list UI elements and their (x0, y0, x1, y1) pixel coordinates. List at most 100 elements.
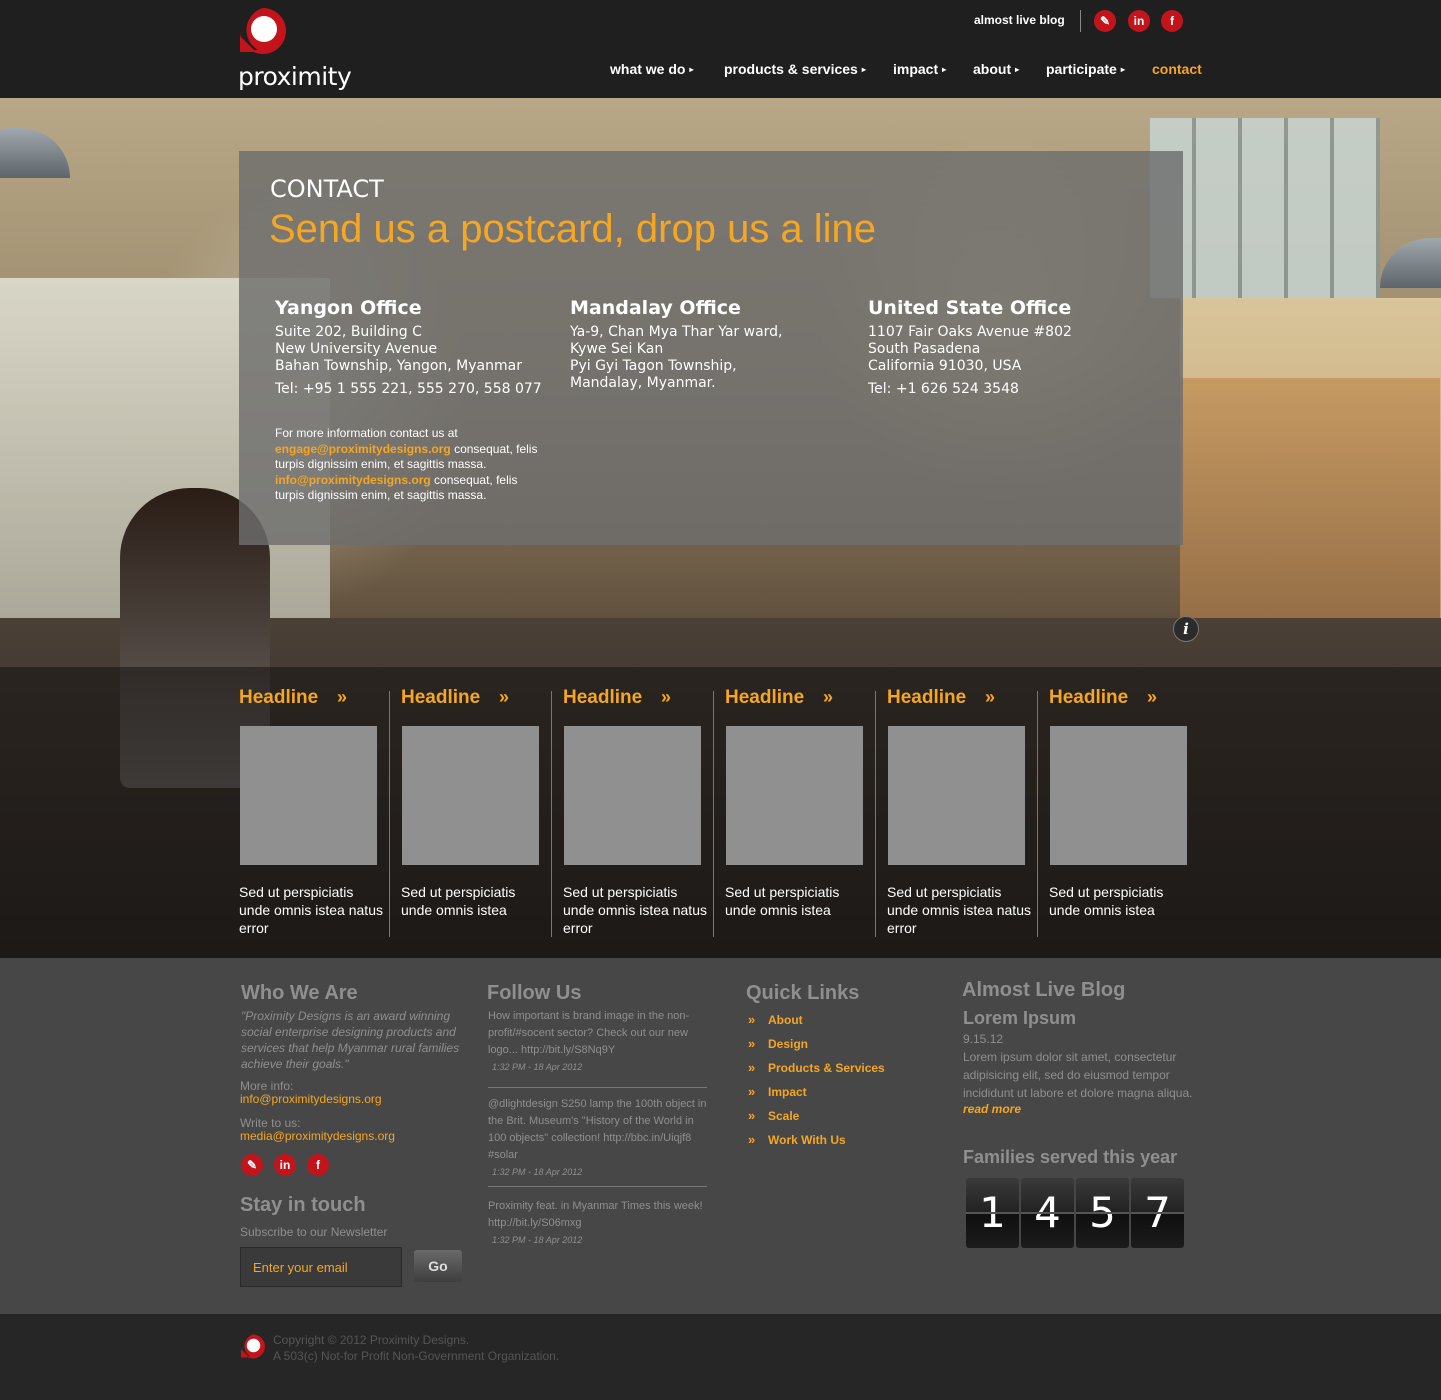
info-email-link[interactable]: info@proximitydesigns.org (275, 473, 431, 487)
quick-link-products-services[interactable]: » Products & Services (748, 1060, 885, 1075)
divider (713, 691, 714, 937)
headline-text: Sed ut perspiciatis unde omnis istea (401, 884, 516, 918)
newsletter-email-input[interactable]: Enter your email (240, 1247, 402, 1287)
quick-link-impact[interactable]: » Impact (748, 1084, 807, 1099)
caret-right-icon: ▸ (689, 65, 694, 74)
counter-digit: 5 (1076, 1178, 1129, 1248)
follow-us-heading: Follow Us (487, 982, 582, 1004)
headline-title[interactable]: Headline (239, 687, 318, 709)
nav-contact[interactable]: contact (1152, 61, 1202, 77)
office-phone: Tel: +1 626 524 3548 (868, 381, 1019, 397)
headline-card[interactable]: Headline » Sed ut perspiciatis unde omni… (1049, 667, 1200, 937)
headline-title[interactable]: Headline (1049, 687, 1128, 709)
tweet-text: How important is brand image in the non-… (488, 1010, 690, 1056)
photo-lamp (1380, 238, 1441, 288)
address-line: Pyi Gyi Tagon Township, (570, 358, 737, 374)
double-chevron-right-icon[interactable]: » (661, 687, 671, 708)
headline-image[interactable] (726, 726, 863, 865)
newsletter-subtitle: Subscribe to our Newsletter (240, 1225, 388, 1239)
tweet: How important is brand image in the non-… (488, 1008, 708, 1076)
linkedin-icon[interactable]: in (274, 1154, 296, 1176)
headline-title[interactable]: Headline (725, 687, 804, 709)
caret-right-icon: ▸ (1120, 65, 1125, 74)
quick-link-work-with-us[interactable]: » Work With Us (748, 1132, 846, 1147)
blog-post-title[interactable]: Lorem Ipsum (963, 1008, 1076, 1029)
logo-mark-icon (241, 1334, 265, 1359)
headline-image[interactable] (888, 726, 1025, 865)
nav-participate[interactable]: participate ▸ (1046, 61, 1125, 77)
counter-digit: 7 (1131, 1178, 1184, 1248)
logo[interactable]: proximity (238, 6, 358, 92)
double-chevron-right-icon[interactable]: » (823, 687, 833, 708)
photo-lamp (0, 128, 70, 178)
headline-card[interactable]: Headline » Sed ut perspiciatis unde omni… (401, 667, 552, 937)
address-line: New University Avenue (275, 341, 438, 357)
divider (389, 691, 390, 937)
caret-right-icon: ▸ (861, 65, 866, 74)
twitter-icon[interactable]: ✎ (241, 1154, 263, 1176)
almost-live-blog-link[interactable]: almost live blog (974, 13, 1065, 27)
headline-image[interactable] (564, 726, 701, 865)
address-line: 1107 Fair Oaks Avenue #802 (868, 324, 1072, 340)
almost-live-blog-heading: Almost Live Blog (962, 979, 1126, 1001)
write-to-us-label: Write to us: (240, 1116, 301, 1130)
engage-email-link[interactable]: engage@proximitydesigns.org (275, 442, 451, 456)
headline-card[interactable]: Headline » Sed ut perspiciatis unde omni… (563, 667, 714, 937)
media-email-link[interactable]: media@proximitydesigns.org (240, 1129, 395, 1143)
headline-image[interactable] (240, 726, 377, 865)
photo-window (1150, 118, 1380, 298)
newsletter-go-button[interactable]: Go (414, 1250, 462, 1282)
headline-card[interactable]: Headline » Sed ut perspiciatis unde omni… (725, 667, 876, 937)
blog-post-date: 9.15.12 (963, 1032, 1004, 1046)
double-chevron-right-icon[interactable]: » (337, 687, 347, 708)
quick-link-scale[interactable]: » Scale (748, 1108, 799, 1123)
linkedin-icon[interactable]: in (1128, 10, 1150, 32)
headline-card[interactable]: Headline » Sed ut perspiciatis unde omni… (887, 667, 1038, 937)
headline-text: Sed ut perspiciatis unde omnis istea nat… (239, 884, 383, 936)
who-we-are-heading: Who We Are (241, 982, 358, 1004)
nav-what-we-do[interactable]: what we do ▸ (610, 61, 693, 77)
tweet: @dlightdesign S250 lamp the 100th object… (488, 1096, 708, 1181)
office-us: United State Office 1107 Fair Oaks Avenu… (868, 297, 1072, 397)
read-more-link[interactable]: read more (963, 1102, 1021, 1116)
tweet-time: 1:32 PM - 18 Apr 2012 (492, 1167, 583, 1177)
caret-right-icon: ▸ (942, 65, 947, 74)
quick-link-about[interactable]: » About (748, 1012, 803, 1027)
double-chevron-right-icon: » (748, 1036, 756, 1051)
facebook-icon[interactable]: f (307, 1154, 329, 1176)
nav-about[interactable]: about ▸ (973, 61, 1019, 77)
office-name: Mandalay Office (570, 297, 741, 319)
headline-text: Sed ut perspiciatis unde omnis istea (1049, 884, 1164, 918)
more-info-text: For more information contact us at engag… (275, 426, 545, 504)
nav-products-services[interactable]: products & services ▸ (724, 61, 866, 77)
headline-title[interactable]: Headline (887, 687, 966, 709)
headline-image[interactable] (402, 726, 539, 865)
address-line: Suite 202, Building C (275, 324, 422, 340)
facebook-icon[interactable]: f (1161, 10, 1183, 32)
headline-image[interactable] (1050, 726, 1187, 865)
double-chevron-right-icon[interactable]: » (985, 687, 995, 708)
office-name: United State Office (868, 297, 1072, 319)
site-footer: Who We Are "Proximity Designs is an awar… (0, 958, 1441, 1314)
divider (488, 1087, 707, 1088)
who-we-are-quote: "Proximity Designs is an award winning s… (241, 1009, 460, 1071)
address-line: California 91030, USA (868, 358, 1022, 374)
caret-right-icon: ▸ (1015, 65, 1020, 74)
double-chevron-right-icon[interactable]: » (499, 687, 509, 708)
headline-card[interactable]: Headline » Sed ut perspiciatis unde omni… (239, 667, 390, 937)
more-info-label: More info: (240, 1079, 294, 1093)
headline-title[interactable]: Headline (563, 687, 642, 709)
more-info-intro: For more information contact us at (275, 426, 458, 440)
copyright-bar: Copyright © 2012 Proximity Designs. A 50… (0, 1314, 1441, 1400)
stay-in-touch-heading: Stay in touch (240, 1194, 366, 1216)
counter-digit: 4 (1021, 1178, 1074, 1248)
double-chevron-right-icon: » (748, 1108, 756, 1123)
headline-title[interactable]: Headline (401, 687, 480, 709)
nav-impact[interactable]: impact ▸ (893, 61, 946, 77)
info-email-link[interactable]: info@proximitydesigns.org (240, 1092, 382, 1106)
double-chevron-right-icon[interactable]: » (1147, 687, 1157, 708)
divider (1037, 691, 1038, 937)
quick-link-design[interactable]: » Design (748, 1036, 808, 1051)
info-icon[interactable]: i (1173, 616, 1199, 642)
twitter-icon[interactable]: ✎ (1094, 10, 1116, 32)
